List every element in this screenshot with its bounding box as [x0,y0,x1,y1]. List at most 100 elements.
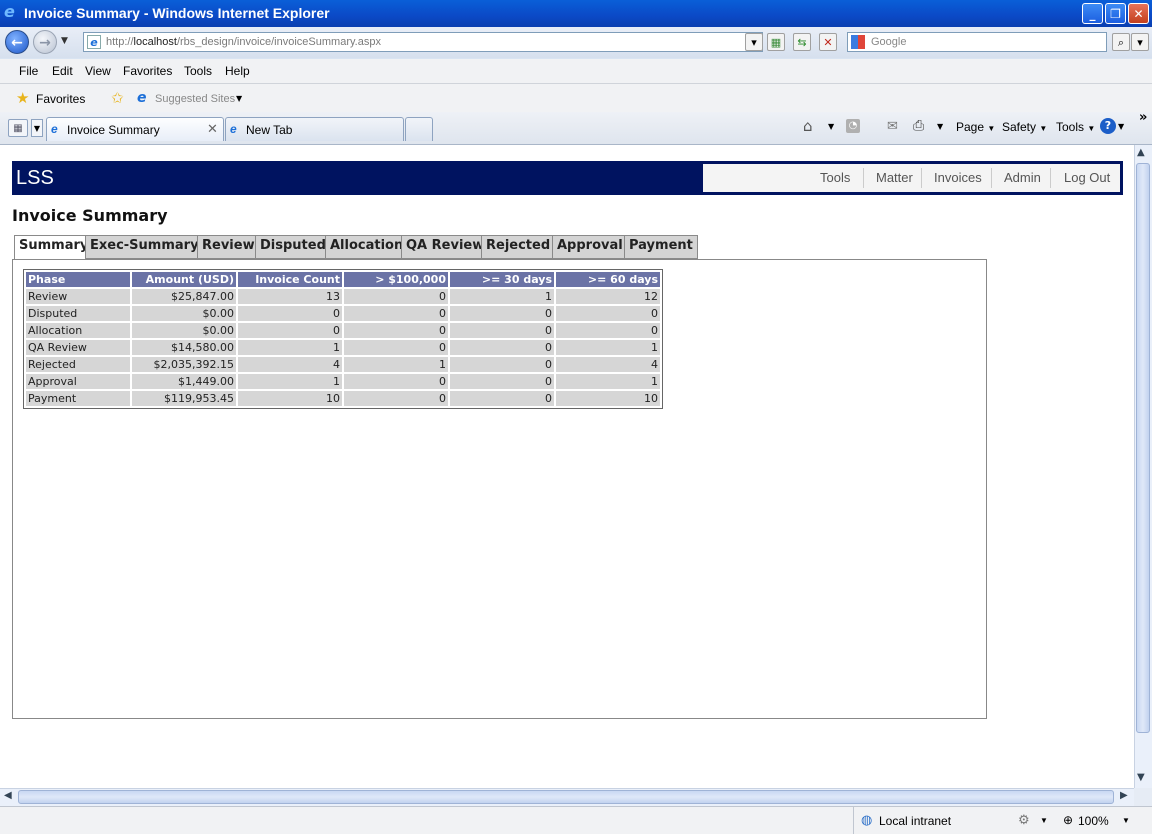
feeds-icon[interactable]: ◔ [846,119,860,133]
tab-exec-summary[interactable]: Exec-Summary [85,235,204,259]
help-dropdown-icon[interactable]: ▼ [1118,122,1124,131]
add-favorite-icon[interactable]: ✩ [111,89,124,107]
cell-over-100000: 0 [344,323,448,338]
cell-phase: Allocation [26,323,130,338]
close-tab-icon[interactable]: ✕ [207,121,218,137]
search-options-icon[interactable]: ▾ [1131,33,1149,51]
browser-tab-new-tab[interactable]: e New Tab [225,117,404,141]
nav-admin[interactable]: Admin [1004,170,1041,185]
horizontal-scrollbar[interactable]: ◀ ▶ [0,788,1134,806]
tab-rejected[interactable]: Rejected [481,235,556,259]
nav-tools[interactable]: Tools [820,170,850,185]
minimize-button[interactable]: _ [1082,3,1103,24]
page-menu[interactable]: Page ▼ [956,120,995,134]
window-title: Invoice Summary - Windows Internet Explo… [24,5,330,21]
cell-30-days: 0 [450,323,554,338]
nav-separator [921,168,922,188]
protected-mode-dropdown-icon[interactable]: ▼ [1040,816,1048,825]
table-row: Rejected $2,035,392.15 4 1 0 4 [26,357,660,372]
forward-button[interactable]: → [33,30,57,54]
home-icon[interactable]: ⌂ [803,117,813,135]
menu-view[interactable]: View [85,64,111,78]
menu-favorites[interactable]: Favorites [123,64,172,78]
nav-separator [1050,168,1051,188]
scroll-thumb[interactable] [1136,163,1150,733]
nav-log-out[interactable]: Log Out [1064,170,1110,185]
zoom-dropdown-icon[interactable]: ▼ [1122,816,1130,825]
search-icon[interactable]: ⌕ [1112,33,1130,51]
suggested-sites-icon: e [137,90,147,106]
vertical-scrollbar[interactable]: ▲ ▼ [1134,145,1152,788]
zoom-icon[interactable]: ⊕ [1063,813,1073,827]
app-nav: Tools Matter Invoices Admin Log Out [703,164,1120,192]
table-row: Allocation $0.00 0 0 0 0 [26,323,660,338]
table-row: QA Review $14,580.00 1 0 0 1 [26,340,660,355]
tab-summary[interactable]: Summary [14,235,94,260]
suggested-sites-dropdown-icon[interactable]: ▼ [236,94,242,103]
page-icon: e [87,35,101,49]
cell-over-100000: 0 [344,391,448,406]
address-dropdown-icon[interactable]: ▾ [745,33,763,51]
table-header-row: Phase Amount (USD) Invoice Count > $100,… [26,272,660,287]
favorites-star-icon: ★ [16,89,30,107]
menu-tools[interactable]: Tools [184,64,212,78]
recent-pages-dropdown-icon[interactable]: ▼ [61,36,68,46]
tab-allocation[interactable]: Allocation [325,235,409,259]
tab-list-dropdown-icon[interactable]: ▼ [31,119,43,137]
nav-separator [991,168,992,188]
cell-phase: Review [26,289,130,304]
scroll-up-icon[interactable]: ▲ [1137,147,1145,158]
browser-tab-active[interactable]: e Invoice Summary ✕ [46,117,224,141]
suggested-sites-link[interactable]: Suggested Sites [155,93,235,105]
tab-approval[interactable]: Approval [552,235,628,259]
help-icon[interactable]: ? [1100,118,1116,134]
tools-menu[interactable]: Tools ▼ [1056,120,1095,134]
cell-invoice-count: 0 [238,306,342,321]
new-tab-button[interactable] [405,117,433,141]
scroll-thumb[interactable] [18,790,1114,804]
cell-60-days: 1 [556,340,660,355]
stop-icon[interactable]: ✕ [819,33,837,51]
tab-disputed[interactable]: Disputed [255,235,331,259]
nav-matter[interactable]: Matter [876,170,913,185]
quick-tabs-icon[interactable]: ▦ [8,119,28,137]
cell-invoice-count: 1 [238,340,342,355]
safety-menu[interactable]: Safety ▼ [1002,120,1047,134]
nav-invoices[interactable]: Invoices [934,170,982,185]
favorites-button[interactable]: Favorites [36,92,85,106]
scroll-right-icon[interactable]: ▶ [1120,790,1128,801]
menu-file[interactable]: File [19,64,38,78]
menu-edit[interactable]: Edit [52,64,73,78]
nav-separator [863,168,864,188]
zoom-level[interactable]: 100% [1078,814,1109,828]
read-mail-icon[interactable]: ✉ [887,119,898,134]
cell-30-days: 0 [450,391,554,406]
print-dropdown-icon[interactable]: ▼ [937,122,943,131]
cell-30-days: 0 [450,340,554,355]
restore-button[interactable]: ❐ [1105,3,1126,24]
tab-qa-review[interactable]: QA Review [401,235,490,259]
cell-phase: QA Review [26,340,130,355]
scroll-left-icon[interactable]: ◀ [4,790,12,801]
refresh-icon[interactable]: ⇆ [793,33,811,51]
close-window-button[interactable]: ✕ [1128,3,1149,24]
cell-60-days: 12 [556,289,660,304]
status-separator [853,807,854,834]
back-button[interactable]: ← [5,30,29,54]
protected-mode-icon[interactable]: ⚙ [1018,812,1030,828]
column-header-invoice-count: Invoice Count [238,272,342,287]
page-title: Invoice Summary [12,206,168,225]
home-dropdown-icon[interactable]: ▼ [828,122,834,131]
cell-phase: Payment [26,391,130,406]
scroll-down-icon[interactable]: ▼ [1137,772,1145,783]
tab-ie-icon: e [51,122,58,136]
chevron-more-icon[interactable]: » [1139,110,1147,125]
menu-bar [0,59,1152,84]
menu-help[interactable]: Help [225,64,250,78]
cell-over-100000: 0 [344,374,448,389]
print-icon[interactable]: ⎙ [913,118,924,134]
tab-review[interactable]: Review [197,235,260,259]
tab-payment[interactable]: Payment [624,235,698,259]
compatibility-view-icon[interactable]: ▦ [767,33,785,51]
scroll-corner [1134,788,1152,806]
